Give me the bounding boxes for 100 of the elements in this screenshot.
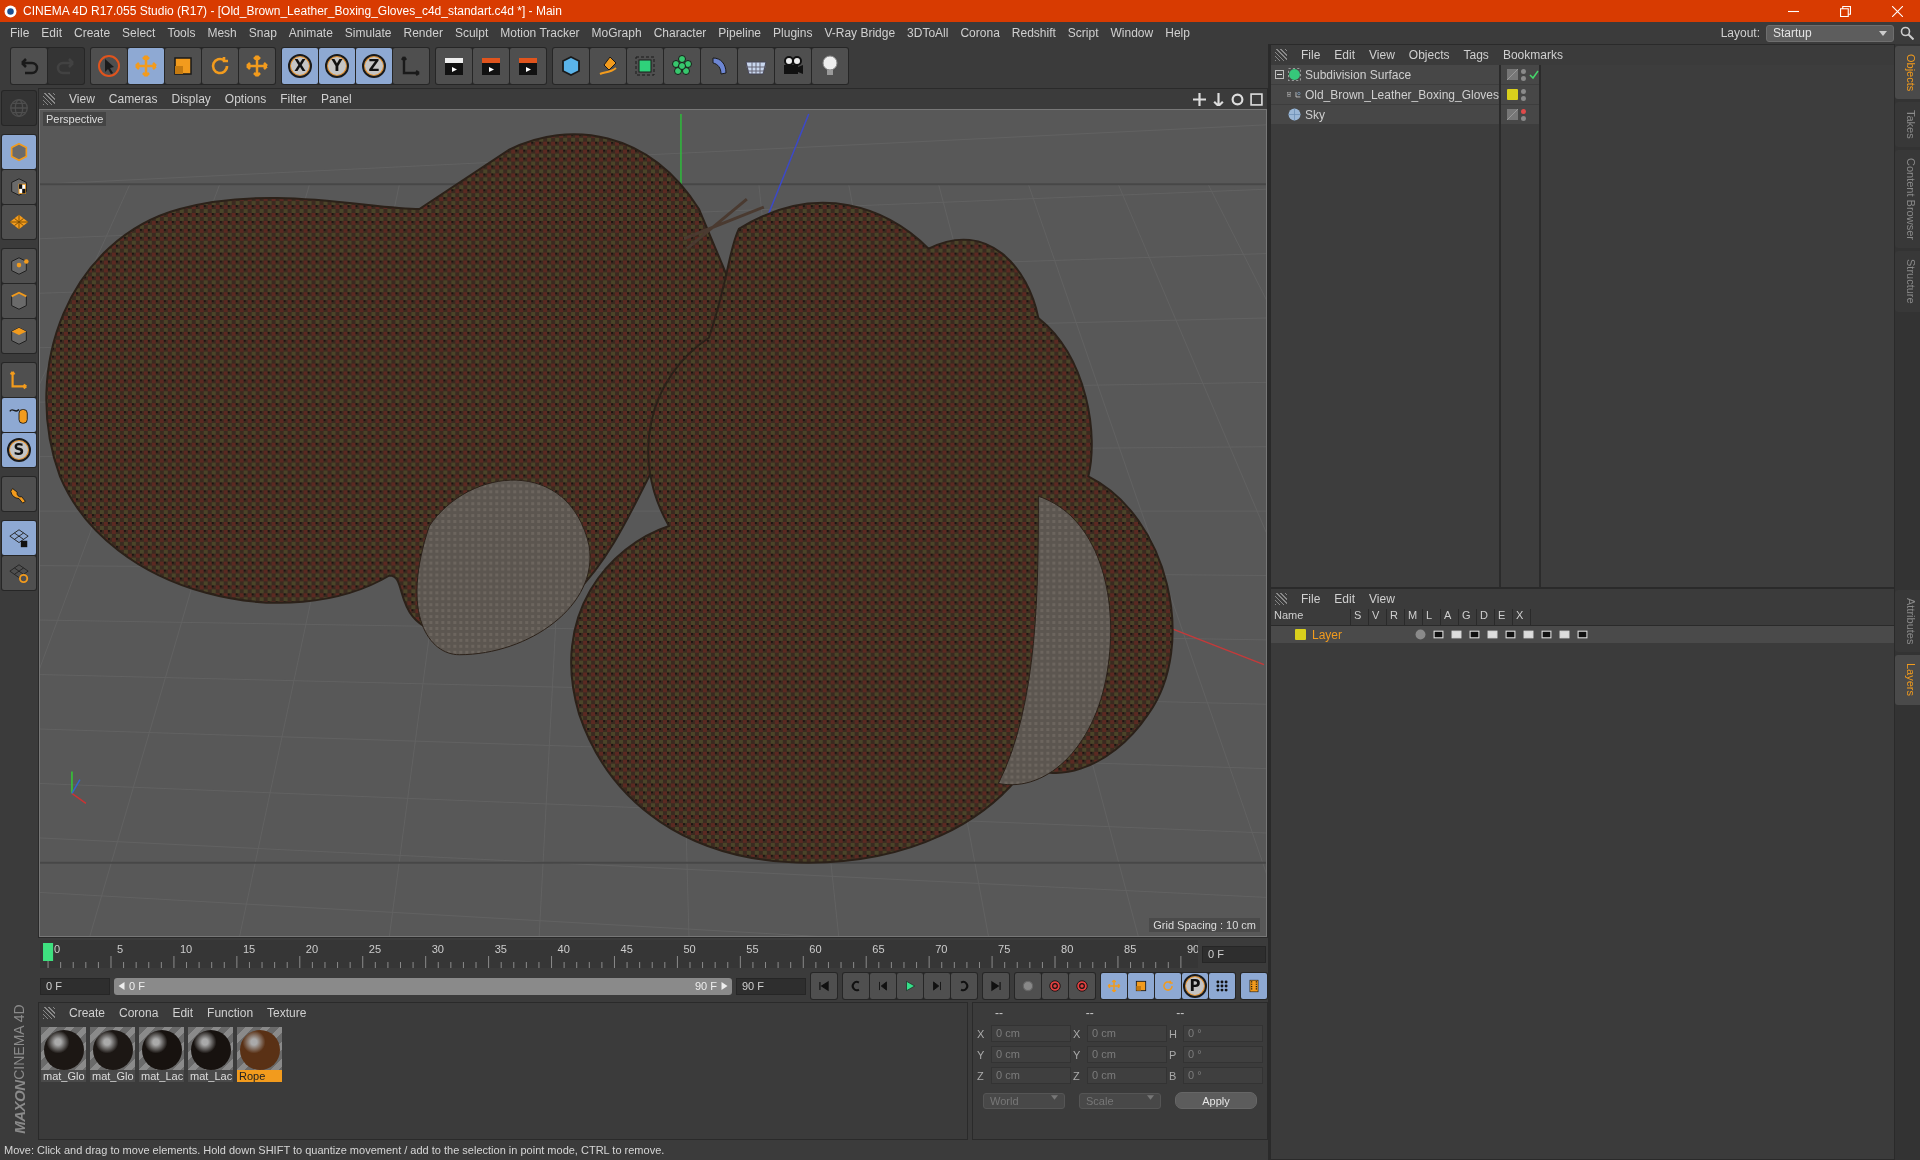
layout-dropdown[interactable]: Startup	[1766, 24, 1894, 42]
material-swatch[interactable]: mat_Lac	[139, 1027, 184, 1082]
menu-item[interactable]: File	[1295, 48, 1327, 62]
object-row[interactable]: Sky	[1271, 105, 1499, 125]
tool-button[interactable]	[664, 48, 700, 84]
tool-button[interactable]	[165, 48, 201, 84]
layer-toggle-icon[interactable]	[1540, 629, 1552, 640]
tool-button[interactable]: P	[1182, 973, 1208, 999]
menu-item[interactable]: V-Ray Bridge	[818, 26, 902, 40]
menu-item[interactable]: Bookmarks	[1496, 48, 1569, 62]
checkmark-icon[interactable]	[1529, 69, 1539, 80]
tool-button[interactable]: S	[2, 433, 36, 467]
material-swatch[interactable]: mat_Lac	[188, 1027, 233, 1082]
menu-item[interactable]: Sculpt	[448, 26, 495, 40]
visibility-dots[interactable]	[1521, 108, 1526, 121]
side-tab[interactable]: Structure	[1895, 251, 1920, 312]
side-tab[interactable]: Layers	[1895, 655, 1920, 705]
grip-icon[interactable]	[43, 1007, 55, 1019]
menu-item[interactable]: File	[1295, 592, 1327, 606]
end-frame-field[interactable]: 90 F	[736, 977, 806, 995]
menu-item[interactable]: Panel	[314, 92, 358, 106]
menu-item[interactable]: Cameras	[102, 92, 164, 106]
tool-button[interactable]: Y	[319, 48, 355, 84]
tool-button[interactable]: X	[282, 48, 318, 84]
menu-item[interactable]: Tags	[1457, 48, 1495, 62]
layer-toggle-icon[interactable]	[1414, 629, 1426, 640]
layer-toggle-icon[interactable]	[1468, 629, 1480, 640]
menu-item[interactable]: View	[1363, 592, 1401, 606]
menu-item[interactable]: Script	[1061, 26, 1105, 40]
layer-row[interactable]: Layer	[1271, 626, 1894, 643]
menu-item[interactable]: Simulate	[338, 26, 398, 40]
menu-item[interactable]: Edit	[35, 26, 69, 40]
tool-button[interactable]	[738, 48, 774, 84]
start-frame-field[interactable]: 0 F	[40, 977, 110, 995]
menu-item[interactable]: Character	[647, 26, 713, 40]
tool-button[interactable]	[627, 48, 663, 84]
tool-button[interactable]	[2, 170, 36, 204]
tool-button[interactable]	[812, 48, 848, 84]
menu-item[interactable]: MoGraph	[585, 26, 648, 40]
material-swatch[interactable]: mat_Glo	[41, 1027, 86, 1082]
menu-item[interactable]: Window	[1104, 26, 1160, 40]
tool-button[interactable]	[897, 973, 923, 999]
layer-toggle-icon[interactable]	[1522, 629, 1534, 640]
menu-item[interactable]: View	[1363, 48, 1401, 62]
tool-button[interactable]	[1209, 973, 1235, 999]
tool-button[interactable]	[775, 48, 811, 84]
menu-item[interactable]: Edit	[1328, 48, 1362, 62]
menu-item[interactable]: Plugins	[767, 26, 819, 40]
visibility-dots[interactable]	[1521, 68, 1526, 81]
menu-item[interactable]: Redshift	[1005, 26, 1062, 40]
menu-item[interactable]: 3DToAll	[901, 26, 955, 40]
menu-item[interactable]: Edit	[166, 1006, 200, 1020]
layer-toggle-icon[interactable]	[1450, 629, 1462, 640]
orbit-icon[interactable]	[1231, 92, 1244, 106]
grip-icon[interactable]	[43, 93, 55, 105]
apply-button[interactable]: Apply	[1175, 1092, 1257, 1109]
menu-item[interactable]: Corona	[113, 1006, 165, 1020]
menu-item[interactable]: Objects	[1402, 48, 1456, 62]
side-tab[interactable]: Objects	[1895, 46, 1920, 100]
menu-item[interactable]: File	[4, 26, 36, 40]
material-swatch[interactable]: mat_Glo	[90, 1027, 135, 1082]
menu-item[interactable]: Edit	[1328, 592, 1362, 606]
menu-item[interactable]: Select	[116, 26, 162, 40]
tool-button[interactable]	[2, 319, 36, 353]
collapse-icon[interactable]	[1275, 70, 1284, 79]
layer-toggle-icon[interactable]	[1504, 629, 1516, 640]
maximize-icon[interactable]	[1250, 92, 1263, 106]
menu-item[interactable]: Snap	[242, 26, 283, 40]
menu-item[interactable]: Motion Tracker	[494, 26, 586, 40]
frame-field[interactable]: 0 F	[1202, 945, 1266, 963]
timeline-ruler[interactable]: 0 5 10 15 20 25 30 35 40 45 50 55 60 65 70 75 80 85 90	[40, 940, 1198, 968]
object-row[interactable]: Old_Brown_Leather_Boxing_Gloves	[1271, 85, 1499, 105]
menu-item[interactable]: Pipeline	[712, 26, 768, 40]
visibility-dots[interactable]	[1521, 88, 1526, 101]
menu-item[interactable]: Corona	[954, 26, 1006, 40]
menu-item[interactable]: View	[63, 92, 101, 106]
material-swatch[interactable]: Rope	[237, 1027, 282, 1082]
menu-item[interactable]: Options	[218, 92, 273, 106]
menu-item[interactable]: Help	[1159, 26, 1196, 40]
pan-arrows-icon[interactable]	[1193, 92, 1206, 106]
menu-item[interactable]: Render	[397, 26, 449, 40]
grip-icon[interactable]	[1275, 593, 1287, 605]
layer-toggle-icon[interactable]	[1486, 629, 1498, 640]
tool-button[interactable]: Z	[356, 48, 392, 84]
grip-icon[interactable]	[1275, 49, 1287, 61]
layer-toggle-icon[interactable]	[1558, 629, 1570, 640]
tool-button[interactable]	[553, 48, 589, 84]
menu-item[interactable]: Create	[63, 1006, 112, 1020]
menu-item[interactable]: Create	[68, 26, 117, 40]
tool-button[interactable]	[2, 521, 36, 555]
object-row[interactable]: Subdivision Surface	[1271, 65, 1499, 85]
expand-icon[interactable]	[1287, 90, 1292, 99]
menu-item[interactable]: Texture	[261, 1006, 313, 1020]
tool-button[interactable]	[436, 48, 472, 84]
menu-item[interactable]: Animate	[282, 26, 339, 40]
zoom-arrows-icon[interactable]	[1212, 92, 1225, 106]
menu-item[interactable]: Tools	[161, 26, 202, 40]
tool-button[interactable]	[590, 48, 626, 84]
menu-item[interactable]: Mesh	[201, 26, 243, 40]
layer-toggle-icon[interactable]	[1432, 629, 1444, 640]
